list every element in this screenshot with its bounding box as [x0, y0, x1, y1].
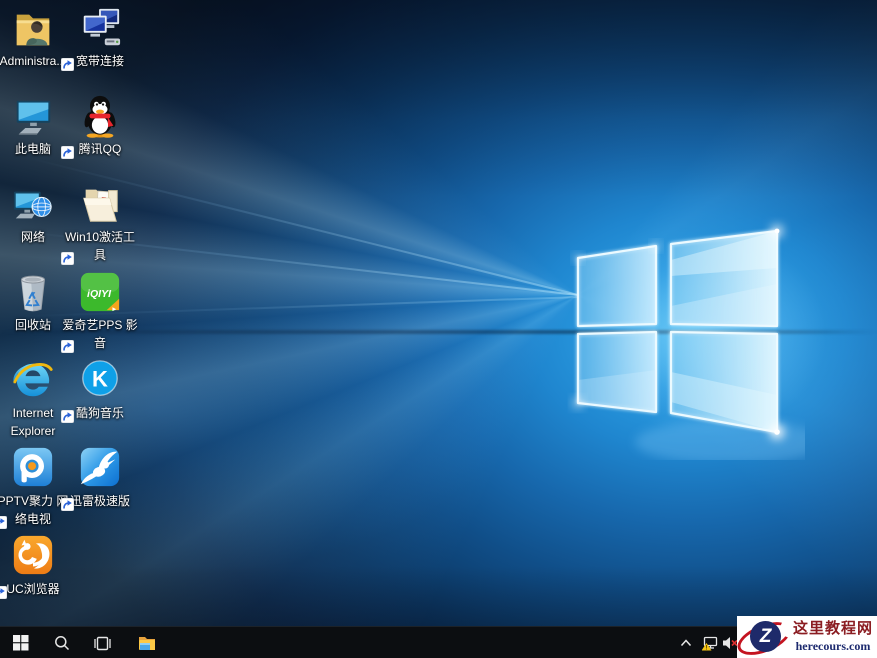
task-view-button[interactable]: [86, 627, 118, 658]
svg-text:!: !: [705, 644, 707, 650]
file-explorer-button[interactable]: [130, 627, 164, 658]
user-folder-icon: [10, 6, 56, 50]
desktop-icon-network[interactable]: 网络: [0, 182, 71, 246]
icon-label: 网络: [20, 230, 45, 244]
recycle-bin-icon: [10, 270, 56, 314]
watermark-domain: herecours.com: [795, 639, 871, 653]
windows-start-icon: [13, 635, 29, 651]
desktop-icon-kugou-music[interactable]: K 酷狗音乐: [60, 358, 138, 424]
internet-explorer-icon: [10, 358, 56, 402]
thunder-bird-icon: [77, 446, 123, 490]
open-folder-icon: [77, 182, 123, 226]
watermark-logo: Z: [750, 621, 781, 652]
desktop-icon-iqiyi-pps[interactable]: iQIYI 爱奇艺PPS 影音: [60, 270, 138, 354]
desktop-icon-pptv[interactable]: PPTV聚力 网络电视: [0, 446, 71, 530]
desktop-icon-recycle-bin[interactable]: 回收站: [0, 270, 71, 334]
icon-label: UC浏览器: [6, 582, 60, 596]
search-button[interactable]: [46, 627, 78, 658]
broadband-connection-icon: [77, 6, 123, 50]
network-warning-icon: !: [701, 636, 717, 651]
svg-text:K: K: [92, 367, 108, 392]
shortcut-arrow-icon: [60, 497, 75, 512]
task-view-icon: [93, 636, 111, 650]
desktop-icon-uc-browser[interactable]: UC浏览器: [0, 534, 71, 600]
shortcut-arrow-icon: [60, 251, 75, 266]
pptv-icon: [10, 446, 56, 490]
desktop-icon-xunlei-thunder[interactable]: 迅雷极速版: [60, 446, 138, 512]
file-explorer-icon: [139, 637, 155, 650]
windows-desktop: Administra... 宽带连接 此电脑 腾讯QQ 网络 Win10激活工具…: [0, 0, 877, 658]
uc-browser-squirrel-icon: [10, 534, 56, 578]
this-pc-monitor-icon: [10, 94, 56, 138]
volume-muted-icon: [723, 637, 738, 649]
desktop-icon-internet-explorer[interactable]: Internet Explorer: [0, 358, 71, 440]
shortcut-arrow-icon: [60, 339, 75, 354]
windows-logo-icon: [574, 225, 805, 460]
shortcut-arrow-icon: [60, 409, 75, 424]
icon-label: 回收站: [14, 318, 51, 332]
qq-penguin-icon: [77, 94, 123, 138]
desktop-icon-win10-activation-tool[interactable]: Win10激活工具: [60, 182, 138, 266]
svg-text:iQIYI: iQIYI: [87, 288, 112, 300]
chevron-up-icon: [680, 639, 692, 647]
network-globe-icon: [10, 182, 56, 226]
shortcut-arrow-icon: [0, 585, 8, 600]
shortcut-arrow-icon: [60, 57, 75, 72]
shortcut-arrow-icon: [60, 145, 75, 160]
iqiyi-icon: iQIYI: [77, 270, 123, 314]
tray-show-hidden-icons-button[interactable]: [674, 627, 698, 658]
watermark-title: 这里教程网: [792, 620, 873, 637]
desktop-icon-broadband-connection[interactable]: 宽带连接: [60, 6, 138, 72]
search-icon: [55, 636, 70, 651]
desktop-icon-tencent-qq[interactable]: 腾讯QQ: [60, 94, 138, 160]
kugou-icon: K: [77, 358, 123, 402]
shortcut-arrow-icon: [0, 515, 8, 530]
watermark-banner: Z 这里教程网 herecours.com: [732, 615, 877, 658]
start-button[interactable]: [4, 627, 38, 658]
